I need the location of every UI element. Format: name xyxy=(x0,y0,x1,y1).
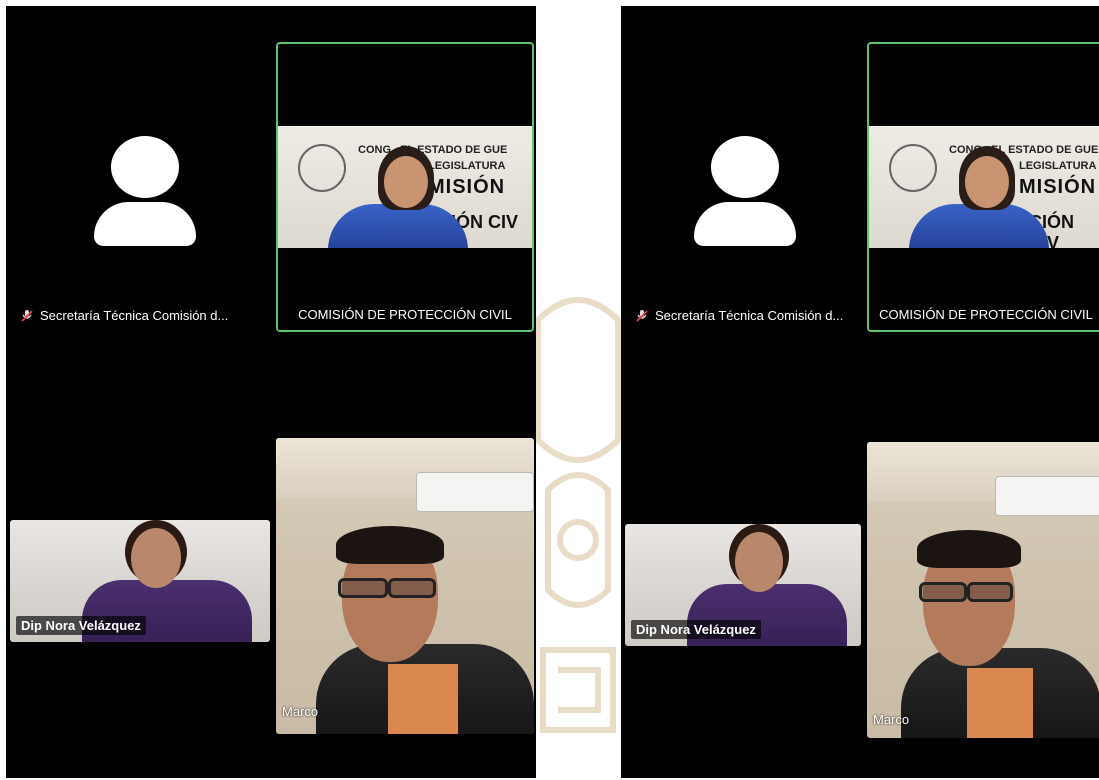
video-feed: CONG...EL ESTADO DE GUE LEGISLATURA MISI… xyxy=(869,126,1099,248)
seal-icon xyxy=(298,144,346,192)
banner-text: LEGISLATURA xyxy=(1019,160,1097,172)
person-shirt xyxy=(967,668,1033,738)
participant-name: Secretaría Técnica Comisión d... xyxy=(40,308,229,323)
person-torso xyxy=(909,204,1049,248)
participant-tile-nora[interactable]: Dip Nora Velázquez xyxy=(10,520,270,642)
participant-name: Dip Nora Velázquez xyxy=(631,620,761,639)
glasses xyxy=(388,578,436,598)
air-conditioner xyxy=(416,472,534,512)
person-face xyxy=(131,528,181,588)
participant-tile-comision[interactable]: CONG...EL ESTADO DE GUE LEGISLATURA MISI… xyxy=(867,42,1099,332)
person-face xyxy=(735,532,783,592)
participant-name: Secretaría Técnica Comisión d... xyxy=(655,308,844,323)
avatar-body xyxy=(694,202,796,246)
person-hair xyxy=(917,530,1021,568)
participant-name: Marco xyxy=(282,704,319,719)
person-face xyxy=(965,156,1009,208)
seal-icon xyxy=(889,144,937,192)
glasses xyxy=(919,582,967,602)
participant-tile-nora[interactable]: Dip Nora Velázquez xyxy=(625,524,861,646)
air-conditioner xyxy=(995,476,1099,516)
mic-off-icon xyxy=(636,309,648,322)
banner-text: CONG...EL ESTADO DE GUE xyxy=(358,144,508,156)
banner-text: MISIÓN xyxy=(1019,176,1097,198)
banner-text: LEGISLATURA xyxy=(428,160,506,172)
video-call-screen-left: Secretaría Técnica Comisión d... CONG...… xyxy=(6,6,536,778)
emblem-watermark xyxy=(535,297,621,733)
glasses xyxy=(338,578,388,598)
participant-name: COMISIÓN DE PROTECCIÓN CIVIL xyxy=(278,298,532,330)
participant-name: Marco xyxy=(873,712,910,727)
glasses xyxy=(967,582,1013,602)
video-call-screen-right: Secretaría Técnica Comisión d... CONG...… xyxy=(621,6,1099,778)
participant-name: Dip Nora Velázquez xyxy=(16,616,146,635)
participant-tile-secretaria[interactable]: Secretaría Técnica Comisión d... xyxy=(6,42,272,336)
avatar-head xyxy=(111,136,179,198)
participant-tile-secretaria[interactable]: Secretaría Técnica Comisión d... xyxy=(621,42,865,336)
avatar-head xyxy=(711,136,779,198)
person-hair xyxy=(336,526,444,564)
mic-off-icon xyxy=(21,309,33,322)
video-feed: CONG...EL ESTADO DE GUE LEGISLATURA MISI… xyxy=(278,126,532,248)
participant-tile-comision[interactable]: CONG...EL ESTADO DE GUE LEGISLATURA MISI… xyxy=(276,42,534,332)
person-face xyxy=(384,156,428,208)
person-shirt xyxy=(388,664,458,734)
avatar-body xyxy=(94,202,196,246)
banner-text: MISIÓN xyxy=(428,176,506,198)
person-torso xyxy=(328,204,468,248)
participant-tile-marco[interactable]: Marco xyxy=(276,438,534,734)
participant-tile-marco[interactable]: Marco xyxy=(867,442,1099,738)
participant-name: COMISIÓN DE PROTECCIÓN CIVIL xyxy=(869,298,1099,330)
